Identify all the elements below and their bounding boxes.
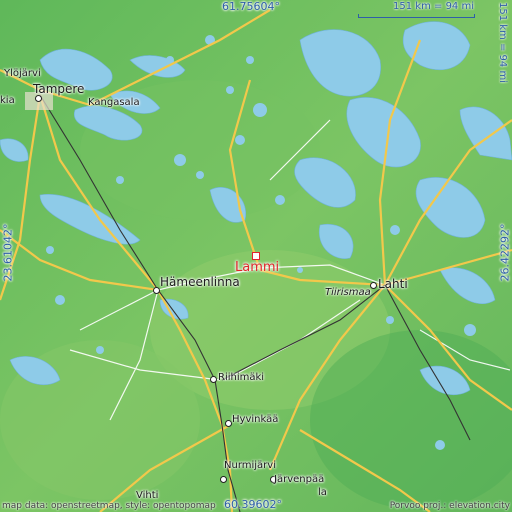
lammi-marker[interactable] [252,252,260,260]
nurmijarvi-marker [220,476,227,483]
scale-label: 151 km = 94 mi [393,1,474,12]
place-vihti: Vihti [136,490,159,501]
place-lahti: Lahti [378,277,408,291]
lahti-marker [370,282,377,289]
hameenlinna-marker [153,287,160,294]
tampere-marker [35,95,42,102]
place-nurmijarvi: Nurmijärvi [224,460,276,471]
place-ylojarvi: Ylöjärvi [4,68,41,79]
left-longitude: 23.61042° [1,223,15,282]
map-attribution: map data: openstreetmap, style: opentopo… [2,501,216,511]
place-hameenlinna: Hämeenlinna [160,275,240,289]
place-lammi[interactable]: Lammi [235,260,279,275]
place-riihimaki: Riihimäki [218,372,265,383]
place-kangasala: Kangasala [88,97,140,108]
bottom-latitude: 60.39602° [224,498,282,511]
place-tiirismaa: Tiirismaa [325,287,371,298]
map-view[interactable]: 61.75604° 60.39602° 23.61042° 26.42292° … [0,0,512,512]
elevation-attribution[interactable]: Porvoo proj.: elevation.city [390,501,510,511]
riihimaki-marker [210,376,217,383]
place-kia: kia [0,95,15,106]
top-latitude: 61.75604° [222,0,280,13]
place-hyvinkaa: Hyvinkää [232,414,279,425]
place-jarvenpaa: Järvenpää [274,474,325,485]
right-longitude: 26.42292° [498,223,512,282]
scale-bar [358,14,475,18]
scale-label-vertical: 151 km = 94 mi [497,2,508,83]
place-tampere: Tampere [33,82,85,96]
hyvinkaa-marker [225,420,232,427]
place-la: la [318,487,327,498]
